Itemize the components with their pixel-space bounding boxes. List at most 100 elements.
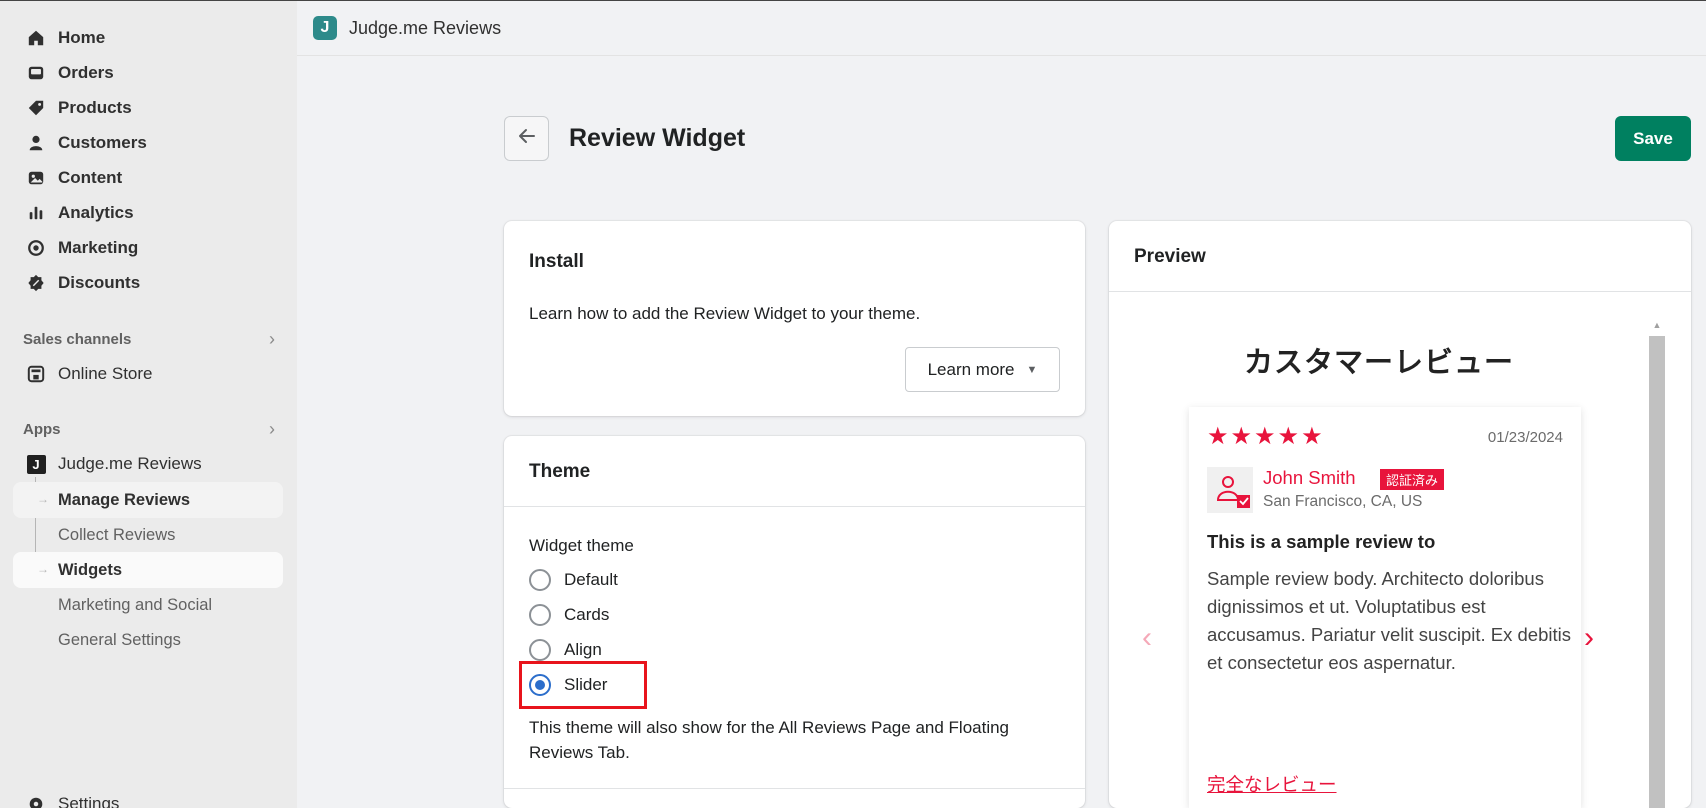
verified-badge: 認証済み [1380, 469, 1445, 490]
preview-scrollbar[interactable]: ▲ [1649, 317, 1665, 808]
sales-channels-header[interactable]: Sales channels › [23, 327, 275, 351]
nav-manage-reviews[interactable]: → Manage Reviews [13, 482, 283, 518]
bar-chart-icon [26, 203, 46, 223]
nav-products-label: Products [58, 98, 132, 117]
rating-stars: ★ ★ ★ ★ ★ [1207, 425, 1323, 449]
nav-content-label: Content [58, 168, 123, 187]
tree-branch-icon: → [37, 562, 49, 576]
preview-title: Preview [1134, 246, 1206, 267]
image-icon [26, 168, 46, 188]
back-button[interactable] [504, 116, 549, 161]
nav-collect-reviews-label: Collect Reviews [58, 525, 176, 544]
nav-orders-label: Orders [58, 63, 114, 82]
caret-down-icon: ▼ [1026, 363, 1038, 376]
star-icon: ★ [1230, 423, 1253, 450]
learn-more-button[interactable]: Learn more ▼ [905, 347, 1060, 392]
reviewer-avatar-icon [1207, 467, 1253, 513]
reviewer-location: San Francisco, CA, US [1263, 493, 1423, 510]
tree-branch-icon: → [37, 492, 49, 506]
inbox-icon [26, 63, 46, 83]
nav-content[interactable]: Content [13, 161, 283, 195]
store-icon [26, 364, 46, 384]
page-title: Review Widget [569, 124, 746, 152]
arrow-left-icon [517, 126, 537, 151]
learn-more-label: Learn more [927, 359, 1015, 379]
apps-header[interactable]: Apps › [23, 417, 275, 441]
nav-judgeme-label: Judge.me Reviews [58, 454, 202, 473]
nav-marketing-social-label: Marketing and Social [58, 595, 213, 614]
full-review-link[interactable]: 完全なレビュー [1207, 771, 1337, 797]
slider-prev-icon[interactable]: ‹ [1142, 621, 1152, 655]
app-header: J Judge.me Reviews [297, 1, 1706, 56]
nav-online-store-label: Online Store [58, 364, 153, 383]
nav-marketing[interactable]: Marketing [13, 231, 283, 265]
star-icon: ★ [1277, 423, 1300, 450]
gear-icon [26, 794, 46, 808]
review-title: This is a sample review to [1207, 531, 1436, 552]
star-icon: ★ [1301, 423, 1323, 450]
nav-customers[interactable]: Customers [13, 126, 283, 160]
radio-align-label: Align [564, 640, 602, 659]
install-title: Install [529, 251, 584, 272]
judgeme-logo: J [313, 16, 337, 40]
nav-marketing-label: Marketing [58, 238, 139, 257]
nav-analytics-label: Analytics [58, 203, 134, 222]
sales-channels-label: Sales channels [23, 330, 132, 348]
nav-analytics[interactable]: Analytics [13, 196, 283, 230]
apps-label: Apps [23, 420, 61, 438]
nav-home-label: Home [58, 28, 106, 47]
scrollbar-thumb[interactable] [1649, 336, 1665, 808]
chevron-right-icon: › [269, 328, 275, 349]
chevron-right-icon: › [269, 418, 275, 439]
nav-online-store[interactable]: Online Store [13, 357, 283, 391]
reviews-heading: カスタマーレビュー [1243, 345, 1514, 379]
radio-default[interactable]: Default [529, 569, 618, 591]
nav-widgets[interactable]: → Widgets [13, 552, 283, 588]
nav-settings-label: Settings [58, 794, 120, 808]
nav-collect-reviews[interactable]: Collect Reviews [13, 517, 283, 553]
radio-circle[interactable] [529, 639, 551, 661]
nav-customers-label: Customers [58, 133, 147, 152]
nav-home[interactable]: Home [13, 21, 283, 55]
sidebar: Home Orders Products Customers Content A… [0, 1, 297, 808]
tag-icon [26, 98, 46, 118]
app-title: Judge.me Reviews [349, 17, 502, 38]
divider [504, 506, 1085, 507]
slider-next-icon[interactable]: › [1584, 621, 1594, 655]
reviewer-name: John Smith [1263, 467, 1356, 488]
radio-circle[interactable] [529, 604, 551, 626]
radio-align[interactable]: Align [529, 639, 602, 661]
radio-circle[interactable] [529, 569, 551, 591]
divider [504, 788, 1085, 789]
scroll-up-icon[interactable]: ▲ [1649, 317, 1665, 333]
radio-cards-label: Cards [564, 605, 610, 624]
nav-general-settings-label: General Settings [58, 630, 181, 649]
nav-discounts[interactable]: Discounts [13, 266, 283, 300]
review-date: 01/23/2024 [1487, 429, 1563, 446]
save-button[interactable]: Save [1615, 116, 1691, 161]
nav-general-settings[interactable]: General Settings [13, 622, 283, 658]
person-icon [26, 133, 46, 153]
preview-card: Preview カスタマーレビュー ‹ › ★ ★ ★ ★ ★ 01/23/20… [1109, 221, 1691, 808]
nav-manage-reviews-label: Manage Reviews [58, 490, 191, 509]
nav-widgets-label: Widgets [58, 560, 123, 579]
home-icon [26, 28, 46, 48]
nav-orders[interactable]: Orders [13, 56, 283, 90]
radio-cards[interactable]: Cards [529, 604, 609, 626]
theme-card: Theme Widget theme Default Cards Align S… [504, 436, 1085, 808]
nav-marketing-social[interactable]: Marketing and Social [13, 587, 283, 623]
review-card: ★ ★ ★ ★ ★ 01/23/2024 John Smith 認証済み San… [1189, 407, 1581, 808]
divider [1109, 291, 1691, 292]
nav-discounts-label: Discounts [58, 273, 141, 292]
discount-icon [26, 273, 46, 293]
nav-judgeme-app[interactable]: J Judge.me Reviews [13, 447, 283, 481]
judgeme-app-icon: J [26, 454, 46, 474]
install-card: Install Learn how to add the Review Widg… [504, 221, 1085, 416]
star-icon: ★ [1207, 423, 1229, 450]
nav-settings[interactable]: Settings [13, 787, 283, 808]
nav-products[interactable]: Products [13, 91, 283, 125]
target-icon [26, 238, 46, 258]
highlight-annotation [519, 661, 647, 709]
theme-note: This theme will also show for the All Re… [529, 718, 1010, 762]
star-icon: ★ [1254, 423, 1276, 450]
